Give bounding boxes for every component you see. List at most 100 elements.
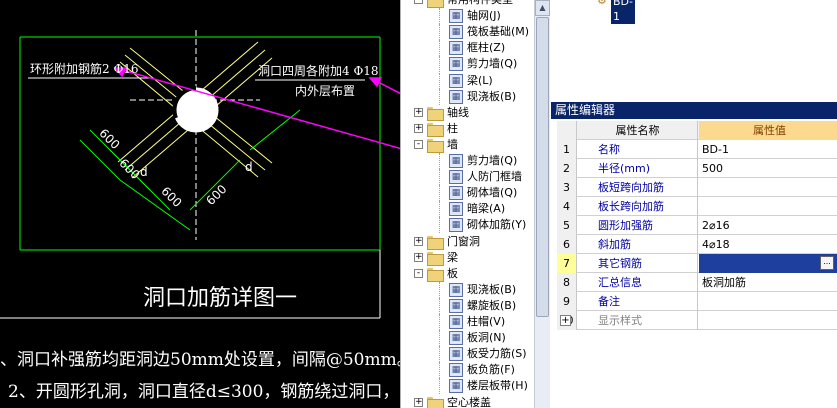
scroll-up-icon[interactable]: ▲: [535, 0, 550, 16]
tree-item[interactable]: ▦ 现浇板(B): [401, 88, 550, 105]
tree-item-label: 人防门框墙: [467, 170, 522, 184]
cad-canvas[interactable]: 环形附加钢筋2 Φ16 洞口四周各附加4 Φ18 内外层布置 600 600 6…: [0, 0, 400, 408]
tree-item[interactable]: ▦ 剪力墙(Q): [401, 153, 550, 169]
property-row[interactable]: 2 半径(mm) 500: [557, 159, 837, 178]
property-name: 汇总信息: [578, 273, 698, 292]
tree-connector: [439, 330, 440, 347]
property-row[interactable]: 5 圆形加强筋 2⌀16: [557, 216, 837, 235]
tree-folder-label: 板: [447, 266, 458, 280]
property-editor-title: 属性编辑器: [551, 102, 837, 119]
component-icon: ▦: [449, 218, 463, 233]
tree-folder-label: 门窗洞: [447, 234, 480, 248]
tree-item[interactable]: ▦ 人防门框墙: [401, 169, 550, 186]
tree-item[interactable]: ▦ 现浇板(B): [401, 281, 550, 298]
expand-icon[interactable]: +: [414, 236, 423, 246]
tree-folder[interactable]: + 门窗洞: [401, 234, 550, 250]
property-value[interactable]: [699, 178, 837, 197]
tree-connector: [439, 169, 440, 186]
property-value[interactable]: [699, 197, 837, 216]
property-row[interactable]: 8 汇总信息 板洞加筋: [557, 273, 837, 292]
tree-scrollbar[interactable]: ▲: [534, 0, 550, 408]
property-row[interactable]: 7 其它钢筋...: [557, 254, 837, 273]
tree-item[interactable]: ▦ 梁(L): [401, 72, 550, 89]
cad-dim-label: d: [245, 160, 253, 174]
property-value[interactable]: 4⌀18: [699, 235, 837, 254]
component-tree[interactable]: -常用构件类型▦轴网(J)▦筏板基础(M)▦框柱(Z)▦剪力墙(Q)▦梁(L)▦…: [400, 0, 550, 408]
tree-connector: [439, 217, 440, 234]
property-value[interactable]: 500: [699, 159, 837, 178]
component-icon: ▦: [449, 347, 463, 362]
component-icon: ▦: [449, 170, 463, 185]
tree-connector: [439, 314, 440, 330]
property-value[interactable]: BD-1: [699, 140, 837, 159]
expand-icon[interactable]: +: [414, 123, 423, 133]
property-value[interactable]: 板洞加筋: [699, 273, 837, 292]
tree-item[interactable]: ▦ 柱帽(V): [401, 314, 550, 330]
collapse-icon[interactable]: -: [414, 0, 423, 4]
property-value[interactable]: [699, 254, 837, 273]
property-value[interactable]: [699, 311, 837, 330]
tree-item[interactable]: ▦ 板受力筋(S): [401, 346, 550, 363]
tree-item[interactable]: ▦ 框柱(Z): [401, 40, 550, 57]
tree-connector: [439, 56, 440, 73]
tree-item[interactable]: ▦ 砌体加筋(Y): [401, 217, 550, 234]
cad-annotation-ring-bar: 环形附加钢筋2 Φ16: [30, 62, 139, 76]
tree-folder[interactable]: - 常用构件类型: [401, 0, 550, 8]
tree-folder[interactable]: + 空心楼盖: [401, 395, 550, 408]
property-row-number: 2: [557, 159, 577, 178]
tree-item-label: 剪力墙(Q): [467, 57, 518, 71]
property-value[interactable]: [699, 292, 837, 311]
property-row[interactable]: 1 名称 BD-1: [557, 140, 837, 159]
gear-icon: ⚙: [597, 0, 607, 7]
property-row[interactable]: 4 板长跨向加筋: [557, 197, 837, 216]
expand-icon[interactable]: +: [414, 107, 423, 117]
tree-item[interactable]: ▦ 暗梁(A): [401, 201, 550, 218]
tree-item[interactable]: ▦ 剪力墙(Q): [401, 56, 550, 73]
tree-folder[interactable]: -板: [401, 266, 550, 282]
tree-item[interactable]: ▦ 筏板基础(M): [401, 24, 550, 41]
tree-item[interactable]: ▦ 砌体墙(Q): [401, 185, 550, 202]
tree-item[interactable]: ▦ 轴网(J): [401, 8, 550, 25]
expand-icon[interactable]: +: [560, 315, 571, 326]
component-icon: ▦: [449, 379, 463, 394]
property-row[interactable]: 6 斜加筋 4⌀18: [557, 235, 837, 254]
collapse-icon[interactable]: -: [414, 139, 423, 149]
tree-item[interactable]: ▦ 板洞(N): [401, 330, 550, 347]
element-list-panel: ⚙ BD-1: [551, 0, 837, 100]
property-value[interactable]: 2⌀16: [699, 216, 837, 235]
tree-folder[interactable]: + 柱: [401, 121, 550, 137]
expand-icon[interactable]: +: [414, 252, 423, 262]
tree-connector: [439, 346, 440, 363]
tree-folder[interactable]: + 梁: [401, 250, 550, 266]
tree-folder-label: 空心楼盖: [447, 395, 491, 408]
scroll-thumb[interactable]: [536, 17, 549, 317]
folder-icon: [427, 251, 444, 266]
property-row[interactable]: 10+显示样式: [557, 311, 837, 330]
tree-item-label: 板洞(N): [467, 331, 506, 345]
property-grid-header: 属性名称 属性值: [557, 121, 837, 140]
collapse-icon[interactable]: -: [414, 268, 423, 278]
tree-folder-label: 轴线: [447, 105, 469, 119]
component-icon: ▦: [449, 363, 463, 378]
property-row[interactable]: 3 板短跨向加筋: [557, 178, 837, 197]
tree-item[interactable]: ▦ 楼层板带(H): [401, 378, 550, 395]
component-icon: ▦: [449, 9, 463, 24]
component-icon: ▦: [449, 73, 463, 88]
folder-icon: [427, 235, 444, 250]
property-name: 显示样式: [578, 311, 698, 330]
property-row-number: 5: [557, 216, 577, 235]
tree-item[interactable]: ▦ 板负筋(F): [401, 362, 550, 379]
tree-connector: [439, 297, 440, 314]
header-name-cell: 属性名称: [578, 121, 698, 140]
tree-item[interactable]: ▦ 螺旋板(B): [401, 297, 550, 314]
component-icon: ▦: [449, 89, 463, 104]
tree-item-label: 板负筋(F): [467, 363, 515, 377]
expand-icon[interactable]: +: [414, 397, 423, 407]
property-row[interactable]: 9 备注: [557, 292, 837, 311]
tree-folder[interactable]: -墙: [401, 137, 550, 153]
property-name: 板长跨向加筋: [578, 197, 698, 216]
cad-note: 、洞口补强筋均距洞边50mm处设置，间隔@50mm。: [0, 350, 400, 370]
tree-folder[interactable]: + 轴线: [401, 105, 550, 121]
ellipsis-button[interactable]: ...: [820, 256, 834, 270]
tree-folder-label: 梁: [447, 250, 458, 264]
